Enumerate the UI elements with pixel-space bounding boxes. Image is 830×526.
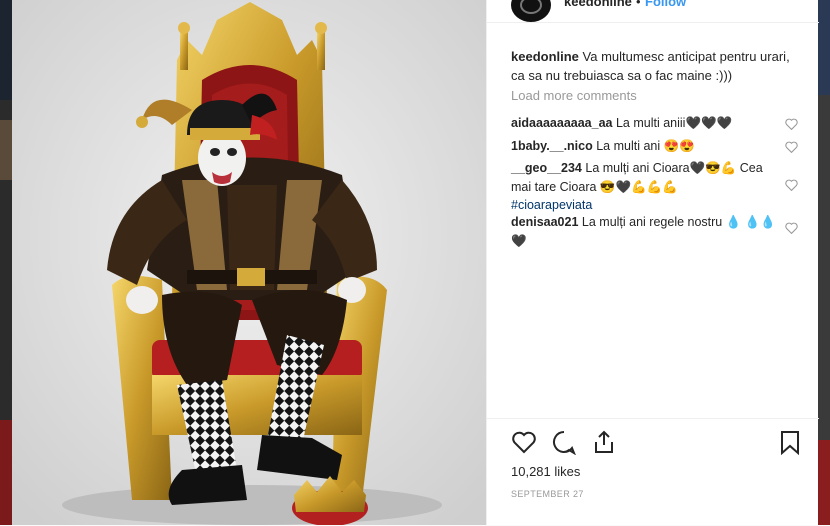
heart-outline-icon[interactable] [785,222,798,234]
background-strip [818,0,830,95]
heart-outline-icon[interactable] [785,141,798,153]
heart-outline-icon[interactable] [785,179,798,191]
bookmark-icon[interactable] [777,429,803,455]
heart-outline-icon[interactable] [785,118,798,130]
comment: 1baby.__.nico La multi ani 😍😍 [511,137,779,156]
comment-username[interactable]: denisaa021 [511,215,578,229]
post-photo[interactable] [12,0,486,525]
jester-on-throne-image [12,0,486,525]
comment-icon[interactable] [551,429,577,455]
post-actions: 10,281 likes SEPTEMBER 27 [487,418,819,526]
comment-username[interactable]: 1baby.__.nico [511,139,593,153]
avatar-mark [520,0,542,14]
comment: aidaaaaaaaaa_aa La multi aniii🖤🖤🖤 [511,114,779,133]
likes-count[interactable]: 10,281 likes [511,464,580,479]
avatar[interactable] [511,0,551,22]
heart-icon[interactable] [511,429,537,455]
background-strip [0,420,12,525]
post-header: keedonline • Follow [487,0,819,23]
post-details-panel: keedonline • Follow keedonline Va multum… [486,0,819,526]
caption-username[interactable]: keedonline [511,49,579,64]
comment-text: La multi ani 😍😍 [596,139,695,153]
background-strip [818,440,830,525]
post-username[interactable]: keedonline [564,0,632,9]
post-caption: keedonline Va multumesc anticipat pentru… [511,47,791,85]
comment-username[interactable]: __geo__234 [511,161,582,175]
background-strip [0,120,12,180]
background-strip [0,0,12,100]
comment-text: La multi aniii🖤🖤🖤 [615,116,733,130]
comment-username[interactable]: aidaaaaaaaaa_aa [511,116,612,130]
follow-button[interactable]: Follow [645,0,686,9]
background-right-edge [818,0,830,525]
comment: __geo__234 La mulți ani Cioara🖤😎💪 Cea ma… [511,159,779,197]
background-left-edge [0,0,12,525]
comment: denisaa021 La mulți ani regele nostru 💧 … [511,213,779,251]
post-date: SEPTEMBER 27 [511,489,584,499]
share-icon[interactable] [591,429,617,455]
load-more-comments-button[interactable]: Load more comments [511,88,637,103]
separator-dot: • [636,0,641,9]
